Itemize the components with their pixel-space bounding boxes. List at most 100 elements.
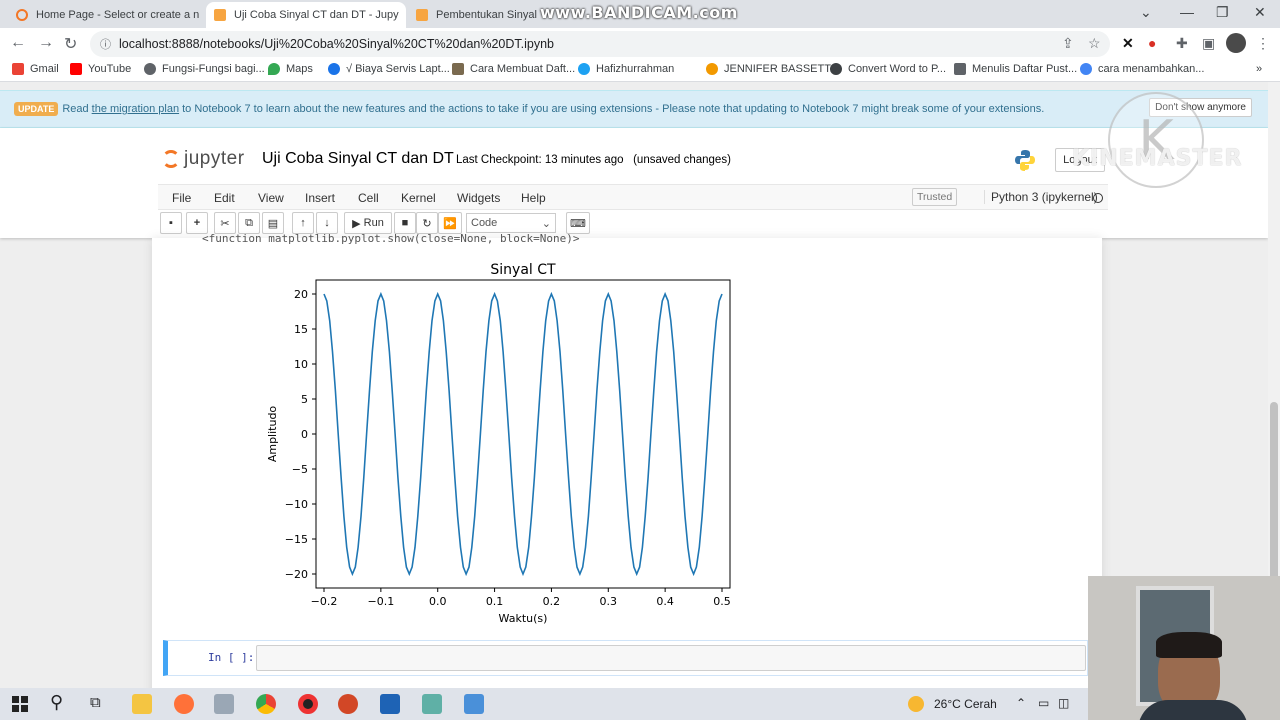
notebook-title[interactable]: Uji Coba Sinyal CT dan DT xyxy=(262,150,454,168)
windows-start-icon[interactable] xyxy=(12,696,28,712)
migration-plan-link[interactable]: the migration plan xyxy=(92,103,179,115)
tab-uji-coba[interactable]: Uji Coba Sinyal CT dan DT - Jupy ✕ xyxy=(206,2,406,28)
menu-kernel[interactable]: Kernel xyxy=(401,191,436,205)
bookmark-convert-word[interactable]: Convert Word to P... xyxy=(830,63,946,75)
arrow-up-icon: ↑ xyxy=(300,217,306,229)
profile-avatar[interactable] xyxy=(1226,33,1246,53)
task-view-icon[interactable]: ⧉ xyxy=(90,694,110,714)
browser-menu-icon[interactable]: ⋮ xyxy=(1256,35,1270,52)
menu-edit[interactable]: Edit xyxy=(214,191,235,205)
unsaved-changes: (unsaved changes) xyxy=(633,154,731,166)
bookmark-label: YouTube xyxy=(88,63,132,75)
y-tick-label: 0 xyxy=(301,428,308,441)
minimize-icon[interactable]: — xyxy=(1180,4,1194,20)
app-icon[interactable] xyxy=(380,694,400,714)
more-bookmarks-icon[interactable]: » xyxy=(1256,63,1262,75)
side-panel-icon[interactable]: ▣ xyxy=(1202,35,1215,52)
close-icon[interactable]: ✕ xyxy=(199,8,204,22)
copy-button[interactable]: ⧉ xyxy=(238,212,260,234)
reload-icon[interactable]: ↻ xyxy=(64,34,77,54)
menu-help[interactable]: Help xyxy=(521,191,546,205)
empty-code-cell[interactable]: In [ ]: xyxy=(163,640,1088,676)
extension-red-icon[interactable]: ● xyxy=(1148,35,1156,51)
y-tick-label: 20 xyxy=(294,288,308,301)
firefox-icon[interactable] xyxy=(174,694,194,714)
menu-cell[interactable]: Cell xyxy=(358,191,379,205)
bookmark-label: Gmail xyxy=(30,63,59,75)
bookmark-maps[interactable]: Maps xyxy=(268,63,313,75)
maximize-icon[interactable]: ❐ xyxy=(1216,4,1229,21)
move-up-button[interactable]: ↑ xyxy=(292,212,314,234)
bookmark-gmail[interactable]: Gmail xyxy=(12,63,59,75)
tab-home-page[interactable]: Home Page - Select or create a n ✕ xyxy=(8,2,204,28)
menu-widgets[interactable]: Widgets xyxy=(457,191,500,205)
interrupt-button[interactable]: ■ xyxy=(394,212,416,234)
photos-icon[interactable] xyxy=(214,694,234,714)
address-bar[interactable]: ⓘ localhost:8888/notebooks/Uji%20Coba%20… xyxy=(90,31,1110,57)
bookmark-star-icon[interactable]: ☆ xyxy=(1088,35,1101,52)
plus-icon: + xyxy=(193,217,201,229)
paste-button[interactable]: ▤ xyxy=(262,212,284,234)
file-explorer-icon[interactable] xyxy=(132,694,152,714)
notice-text-after: to Notebook 7 to learn about the new fea… xyxy=(182,103,1045,115)
menu-file[interactable]: File xyxy=(172,191,191,205)
trusted-indicator[interactable]: Trusted xyxy=(912,188,958,206)
bookmark-hafizhurrahman[interactable]: Hafizhurrahman xyxy=(578,63,674,75)
move-down-button[interactable]: ↓ xyxy=(316,212,338,234)
tray-overflow-icon[interactable]: ⌃ xyxy=(1016,696,1026,710)
close-icon[interactable]: ✕ xyxy=(399,8,406,22)
kernel-name[interactable]: Python 3 (ipykernel) xyxy=(984,190,1098,204)
bookmark-biaya-servis[interactable]: √ Biaya Servis Lapt... xyxy=(328,63,450,75)
extensions-puzzle-icon[interactable]: ✚ xyxy=(1176,35,1188,52)
restart-button[interactable]: ↻ xyxy=(416,212,438,234)
notebook-favicon-icon xyxy=(416,9,428,21)
x-extension-icon[interactable]: ✕ xyxy=(1122,35,1134,52)
fast-forward-icon: ⏩ xyxy=(443,217,457,230)
code-input[interactable] xyxy=(256,645,1086,671)
battery-icon[interactable]: ▭ xyxy=(1038,696,1049,710)
chrome-icon[interactable] xyxy=(256,694,276,714)
insert-cell-button[interactable]: + xyxy=(186,212,208,234)
bookmark-jennifer[interactable]: JENNIFER BASSETT... xyxy=(706,63,839,75)
bookmark-cara-membuat[interactable]: Cara Membuat Daft... xyxy=(452,63,575,75)
scrollbar-thumb[interactable] xyxy=(1270,402,1278,582)
share-icon[interactable]: ⇪ xyxy=(1062,35,1074,52)
chart-title: Sinyal CT xyxy=(490,262,556,278)
checkpoint-text: Last Checkpoint: 13 minutes ago xyxy=(456,154,624,166)
tab-pembentukan[interactable]: Pembentukan Sinyal CT xyxy=(408,2,538,28)
network-icon[interactable]: ◫ xyxy=(1058,696,1069,710)
restart-run-all-button[interactable]: ⏩ xyxy=(438,212,462,234)
save-button[interactable]: ▪ xyxy=(160,212,182,234)
x-tick-label: 0.3 xyxy=(600,595,618,608)
cell-type-select[interactable]: Code ⌄ xyxy=(466,213,556,233)
jupyter-favicon-icon xyxy=(16,9,28,21)
notebook-header: jupyter Uji Coba Sinyal CT dan DT Last C… xyxy=(0,92,1268,238)
powerpoint-icon[interactable] xyxy=(338,694,358,714)
bandicam-record-icon[interactable] xyxy=(298,694,318,714)
previous-output-text: <function matplotlib.pyplot.show(close=N… xyxy=(202,232,580,245)
bookmarks-bar: Gmail YouTube Fungsi-Fungsi bagi... Maps… xyxy=(0,60,1280,82)
arrow-down-icon: ↓ xyxy=(324,217,330,229)
twitter-icon xyxy=(578,63,590,75)
bookmark-fungsi[interactable]: Fungsi-Fungsi bagi... xyxy=(144,63,265,75)
menu-view[interactable]: View xyxy=(258,191,284,205)
bookmark-cara-menambahkan[interactable]: cara menambahkan... xyxy=(1080,63,1204,75)
cut-button[interactable]: ✂ xyxy=(214,212,236,234)
jupyter-logo[interactable]: jupyter xyxy=(162,148,245,170)
x-tick-label: −0.1 xyxy=(367,595,394,608)
forward-icon[interactable]: → xyxy=(38,34,54,52)
weather-widget[interactable]: 26°C Cerah xyxy=(908,696,997,712)
bookmark-menulis-daftar[interactable]: Menulis Daftar Pust... xyxy=(954,63,1077,75)
search-icon[interactable]: ⚲ xyxy=(50,692,70,712)
run-button[interactable]: ▶ Run xyxy=(344,212,392,234)
back-icon[interactable]: ← xyxy=(10,34,26,52)
menu-insert[interactable]: Insert xyxy=(305,191,335,205)
python-icon[interactable] xyxy=(464,694,484,714)
app-icon[interactable] xyxy=(422,694,442,714)
site-info-icon[interactable]: ⓘ xyxy=(100,36,111,52)
bookmark-youtube[interactable]: YouTube xyxy=(70,63,131,75)
command-palette-button[interactable]: ⌨ xyxy=(566,212,590,234)
window-close-icon[interactable]: ✕ xyxy=(1254,4,1266,21)
site-icon xyxy=(706,63,718,75)
tab-search-icon[interactable]: ⌄ xyxy=(1140,4,1152,21)
